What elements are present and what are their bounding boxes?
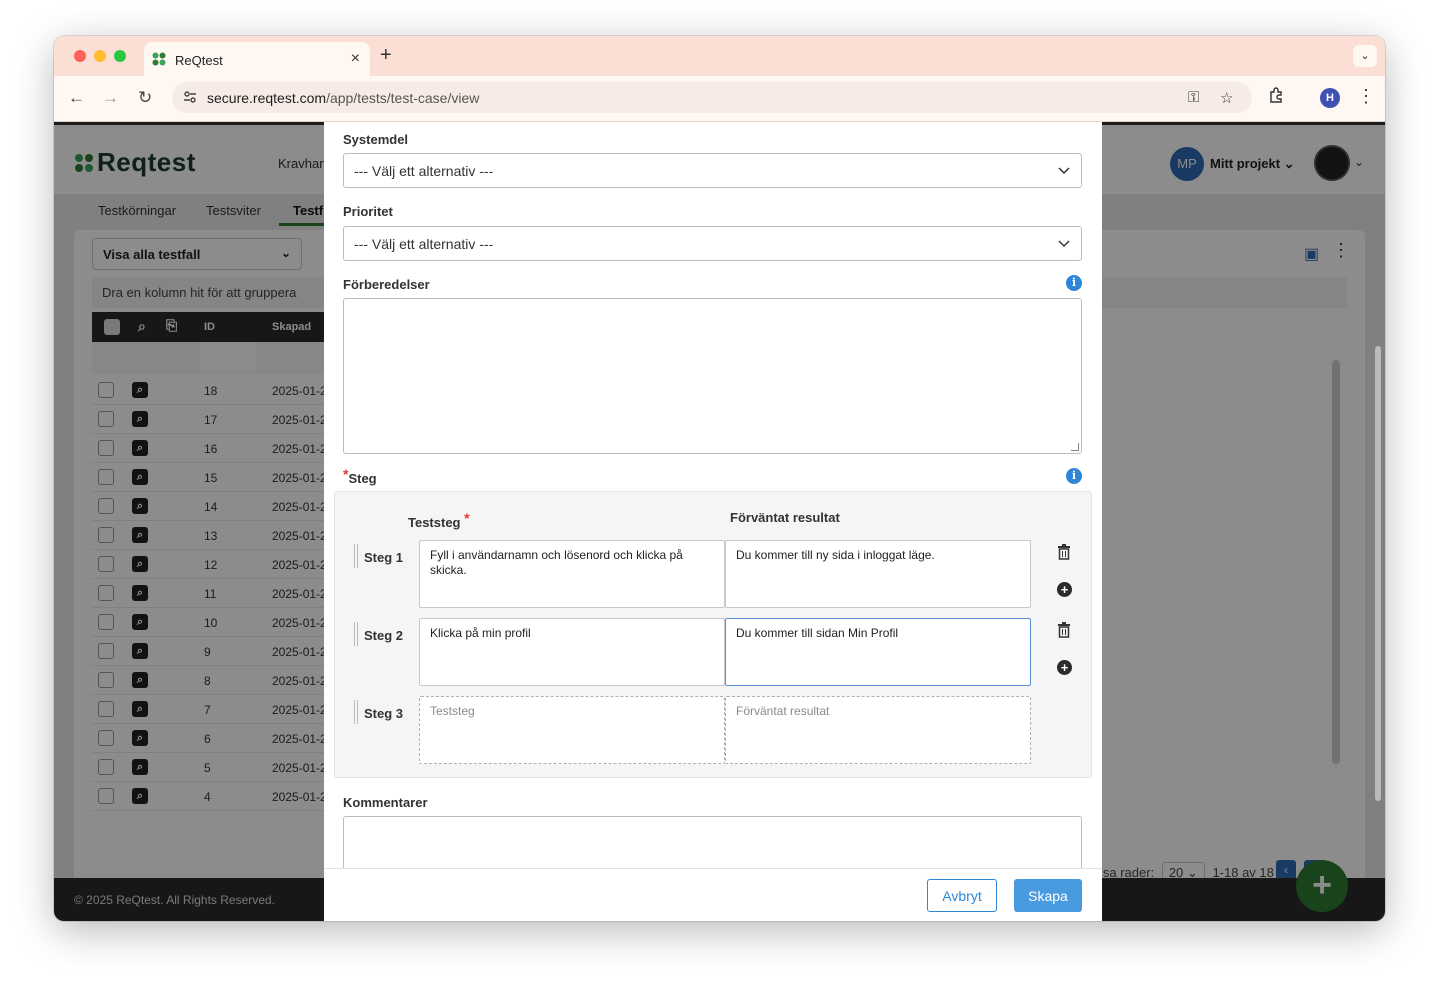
add-step-icon[interactable]: + xyxy=(1057,582,1072,597)
required-icon: * xyxy=(464,510,470,526)
step-action-input[interactable]: Klicka på min profil xyxy=(419,618,725,686)
forberedelser-textarea[interactable] xyxy=(343,298,1082,454)
tab-bar: ReQtest × + ⌄ xyxy=(54,36,1385,76)
drag-handle-icon[interactable] xyxy=(354,622,358,646)
step-expected-input[interactable]: Förväntat resultat xyxy=(725,696,1031,764)
info-icon[interactable]: i xyxy=(1066,468,1082,484)
resize-handle-icon[interactable] xyxy=(1071,443,1079,451)
chevron-down-icon xyxy=(1058,167,1070,175)
trash-icon[interactable] xyxy=(1057,544,1071,560)
step-label: Steg 1 xyxy=(364,550,404,565)
create-test-case-modal: Systemdel --- Välj ett alternativ --- Pr… xyxy=(324,122,1102,921)
create-button[interactable]: Skapa xyxy=(1014,879,1082,912)
add-step-icon[interactable]: + xyxy=(1057,660,1072,675)
modal-footer: Avbryt Skapa xyxy=(324,868,1102,921)
forberedelser-label: Förberedelser xyxy=(343,277,430,292)
profile-avatar[interactable]: H xyxy=(1320,88,1340,108)
cancel-button[interactable]: Avbryt xyxy=(927,879,997,912)
prioritet-label: Prioritet xyxy=(343,204,393,219)
reqtest-favicon-icon xyxy=(152,52,166,66)
forvantat-header: Förväntat resultat xyxy=(730,510,840,525)
url-text: secure.reqtest.com/app/tests/test-case/v… xyxy=(207,90,480,106)
chrome-menu-icon[interactable]: ⋮ xyxy=(1357,86,1375,107)
step-action-input[interactable]: Teststeg xyxy=(419,696,725,764)
minimize-window-button[interactable] xyxy=(94,50,106,62)
back-icon[interactable]: ← xyxy=(68,88,85,108)
drag-handle-icon[interactable] xyxy=(354,544,358,568)
trash-icon[interactable] xyxy=(1057,622,1071,638)
teststeg-header: Teststeg * xyxy=(408,510,470,530)
extensions-icon[interactable] xyxy=(1268,86,1286,104)
info-icon[interactable]: i xyxy=(1066,275,1082,291)
bookmark-star-icon[interactable]: ☆ xyxy=(1220,89,1233,107)
kommentarer-label: Kommentarer xyxy=(343,795,428,810)
address-toolbar: ← → ↻ secure.reqtest.com/app/tests/test-… xyxy=(54,76,1385,122)
address-bar[interactable]: secure.reqtest.com/app/tests/test-case/v… xyxy=(172,82,1252,113)
step-row: Steg 3 Teststeg Förväntat resultat xyxy=(335,696,1093,764)
browser-tab[interactable]: ReQtest × xyxy=(144,42,370,76)
systemdel-select[interactable]: --- Välj ett alternativ --- xyxy=(343,153,1082,188)
step-label: Steg 2 xyxy=(364,628,404,643)
step-label: Steg 3 xyxy=(364,706,404,721)
chevron-down-icon xyxy=(1058,240,1070,248)
site-settings-icon[interactable] xyxy=(182,89,198,105)
close-window-button[interactable] xyxy=(74,50,86,62)
tab-title: ReQtest xyxy=(175,53,223,68)
password-key-icon[interactable]: ⚿ xyxy=(1188,89,1199,106)
reload-icon[interactable]: ↻ xyxy=(138,88,152,108)
step-row: Steg 1 Fyll i användarnamn och lösenord … xyxy=(335,540,1093,608)
step-expected-input[interactable]: Du kommer till ny sida i inloggat läge. xyxy=(725,540,1031,608)
new-tab-button[interactable]: + xyxy=(380,44,392,67)
steps-editor: Teststeg * Förväntat resultat Steg 1 Fyl… xyxy=(334,491,1092,778)
step-expected-input[interactable]: Du kommer till sidan Min Profil xyxy=(725,618,1031,686)
drag-handle-icon[interactable] xyxy=(354,700,358,724)
page-scrollbar[interactable] xyxy=(1375,346,1381,801)
zoom-window-button[interactable] xyxy=(114,50,126,62)
forward-icon[interactable]: → xyxy=(102,88,119,108)
browser-window: ReQtest × + ⌄ ← → ↻ secure.reqtest.com/a… xyxy=(54,36,1385,921)
step-row: Steg 2 Klicka på min profil Du kommer ti… xyxy=(335,618,1093,686)
steg-label: *Steg xyxy=(343,466,377,486)
systemdel-label: Systemdel xyxy=(343,132,409,147)
tab-search-button[interactable]: ⌄ xyxy=(1353,45,1377,67)
tab-close-icon[interactable]: × xyxy=(351,50,360,68)
prioritet-select[interactable]: --- Välj ett alternativ --- xyxy=(343,226,1082,261)
step-action-input[interactable]: Fyll i användarnamn och lösenord och kli… xyxy=(419,540,725,608)
